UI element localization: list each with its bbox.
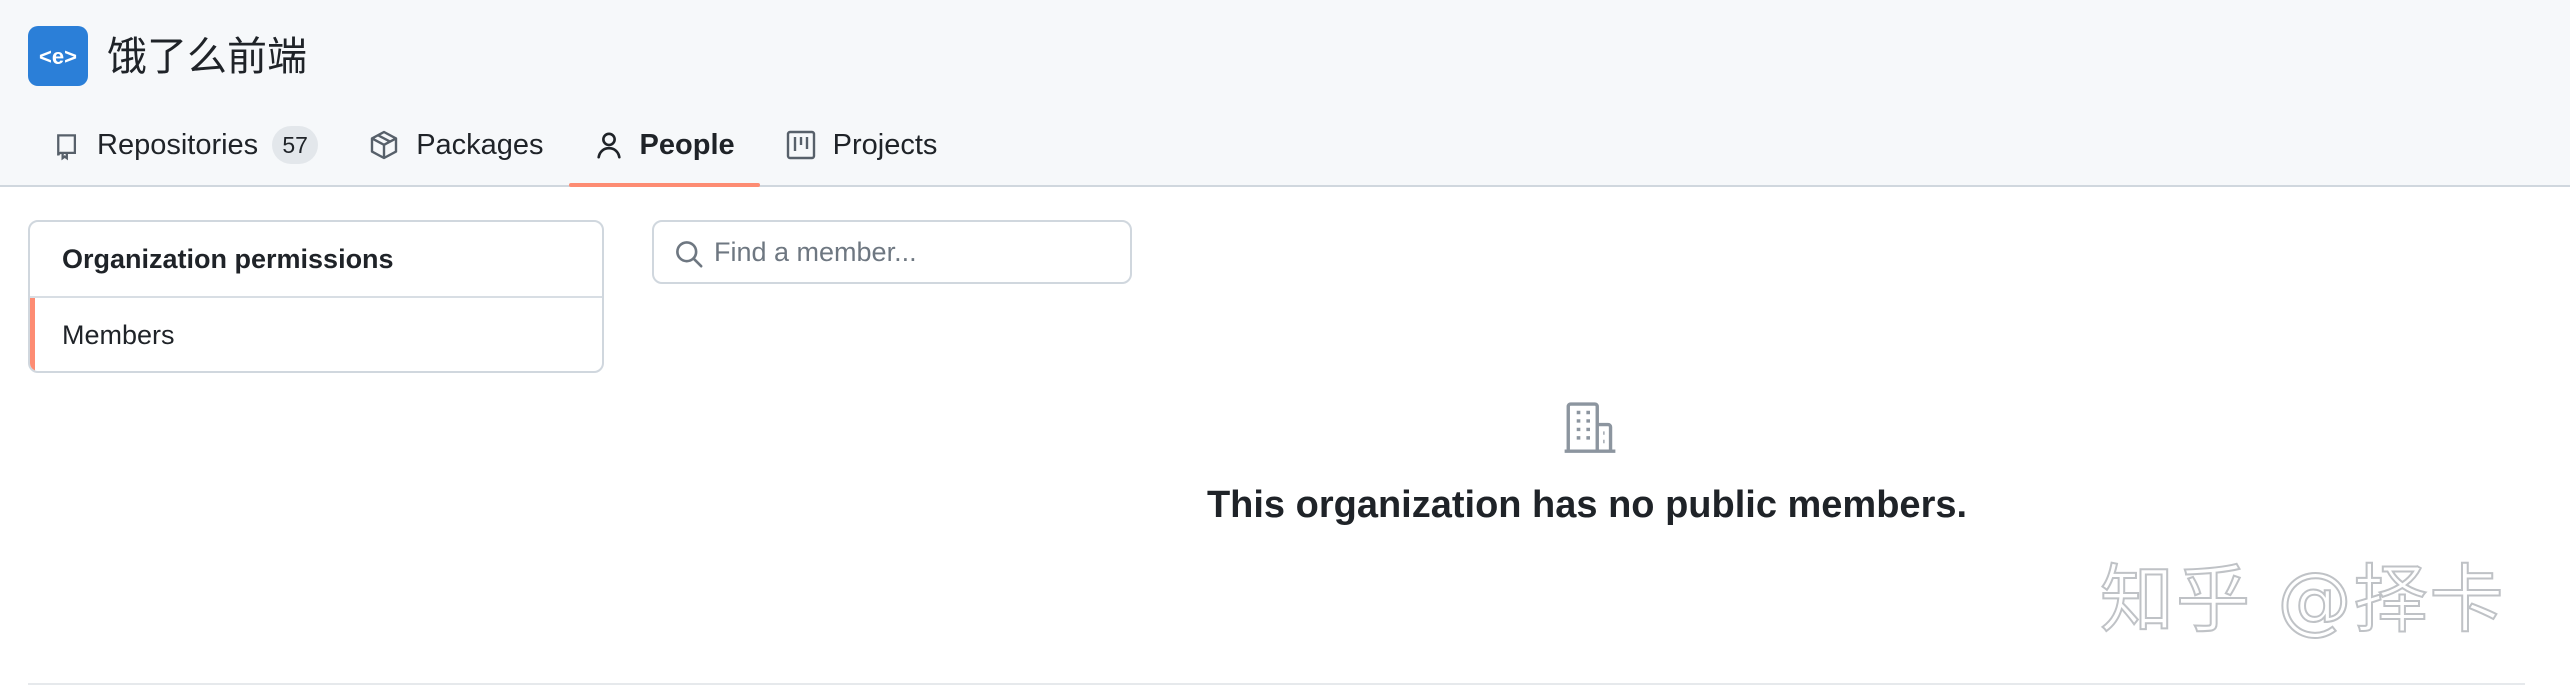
tab-repositories[interactable]: Repositories 57 (28, 105, 343, 185)
package-icon (368, 129, 400, 161)
permissions-menu-heading: Organization permissions (30, 222, 602, 298)
svg-text:<e>: <e> (39, 44, 77, 69)
repo-icon (53, 129, 81, 161)
blankslate-heading: This organization has no public members. (1206, 484, 1968, 526)
footer-divider (28, 683, 2525, 685)
tab-repositories-label: Repositories (97, 128, 259, 161)
search-icon (674, 239, 704, 274)
org-logo-mark: <e> (39, 44, 77, 69)
tab-packages[interactable]: Packages (343, 105, 568, 185)
tab-projects[interactable]: Projects (760, 105, 963, 185)
organization-permissions-menu: Organization permissions Members (28, 220, 604, 373)
tab-people-label: People (639, 128, 735, 161)
organization-icon (1561, 398, 1619, 461)
org-header: <e> 饿了么前端 Repositories 57 Packages Peopl… (0, 0, 2570, 187)
search-input[interactable] (654, 222, 1130, 282)
tab-packages-label: Packages (416, 128, 544, 161)
tab-projects-label: Projects (832, 128, 938, 161)
repo-count-badge: 57 (272, 126, 319, 164)
member-search (652, 220, 1132, 284)
org-tabs: Repositories 57 Packages People Projects (28, 105, 962, 187)
org-logo[interactable]: <e> (28, 26, 88, 86)
watermark-text: 知乎 @择卡 (2099, 556, 2506, 644)
tab-people[interactable]: People (568, 105, 760, 187)
sidebar-item-members[interactable]: Members (30, 298, 602, 371)
sidebar-item-label: Members (62, 320, 175, 350)
org-name[interactable]: 饿了么前端 (107, 32, 307, 82)
person-icon (594, 129, 624, 161)
project-icon (785, 129, 817, 161)
